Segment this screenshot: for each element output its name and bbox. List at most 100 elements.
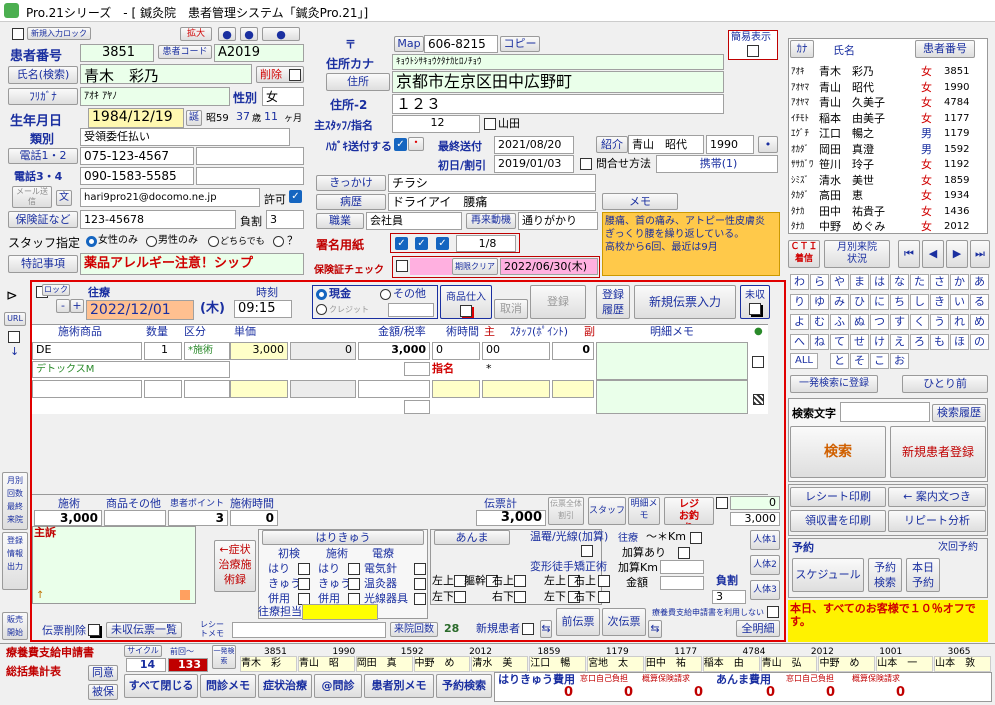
search-button[interactable]: 検索	[790, 426, 886, 478]
furigana-button[interactable]: ﾌﾘｶﾞﾅ	[8, 88, 78, 105]
visit-km-checkbox[interactable]	[690, 532, 702, 544]
guide-button[interactable]: ← 案内文つき	[888, 487, 986, 507]
history-name[interactable]: 山本 敦	[934, 656, 991, 672]
prev-page-button[interactable]: ◀	[922, 240, 944, 268]
new-slip-button[interactable]: 新規伝票入力	[634, 285, 736, 319]
address-button[interactable]: 住所	[326, 73, 390, 91]
mode-button-1[interactable]: ●	[218, 27, 236, 41]
self-pay-checkbox[interactable]	[767, 606, 779, 618]
kana-key[interactable]: こ	[870, 353, 889, 369]
list-row-name[interactable]: 岡田 真澄	[819, 143, 874, 157]
job-field[interactable]: 会社員	[366, 212, 462, 230]
history-name[interactable]: 岡田 真	[355, 656, 413, 672]
inquiry-select[interactable]: 携帯(1)	[656, 155, 778, 173]
first-visit-field[interactable]: 2019/01/03	[494, 155, 574, 173]
address-field[interactable]: 京都市左京区田中広野町	[392, 71, 724, 93]
history-name[interactable]: 青木 彩	[240, 656, 297, 672]
kana-key[interactable]: せ	[850, 334, 869, 350]
visit-date-field[interactable]: 2022/12/01	[86, 300, 194, 320]
row2-staff[interactable]	[482, 380, 550, 398]
map-button[interactable]: Map	[394, 36, 424, 52]
new-patient-checkbox[interactable]	[522, 623, 534, 635]
one-check-button[interactable]: 一発検索	[212, 645, 236, 669]
kana-key[interactable]: も	[930, 334, 949, 350]
kana-key[interactable]: き	[930, 294, 949, 310]
intro-search-button[interactable]: •	[758, 136, 778, 153]
kana-key[interactable]: や	[830, 274, 849, 290]
reserve-search-button[interactable]: 予約検索	[868, 558, 902, 592]
lock-button[interactable]: ロック	[42, 284, 70, 296]
list-row-name[interactable]: 稲本 由美子	[819, 112, 885, 126]
email-field[interactable]: hari9pro21@docomo.ne.jp	[80, 188, 260, 207]
history-name[interactable]: 田中 祐	[644, 656, 702, 672]
kana-key[interactable]: と	[830, 353, 849, 369]
kana-key[interactable]: え	[890, 334, 909, 350]
chief-up-icon[interactable]: ↑	[36, 590, 44, 601]
row1-tax[interactable]: 0	[290, 342, 356, 360]
today-reserve-button[interactable]: 本日予約	[906, 558, 940, 592]
bottom-reserve-search-button[interactable]: 予約検索	[436, 674, 492, 698]
row2-item[interactable]	[32, 380, 142, 398]
list-row-name[interactable]: 笹川 玲子	[819, 158, 874, 172]
chief-scroll-icon[interactable]	[180, 590, 190, 600]
trigger-field[interactable]: チラシ	[388, 174, 596, 192]
schedule-button[interactable]: スケジュール	[792, 558, 864, 592]
cti-button[interactable]: ＣＴＩ着信	[788, 240, 820, 268]
receipt-memo-field[interactable]	[232, 622, 386, 638]
slip-delete-checkbox[interactable]	[88, 624, 100, 636]
next-page-button[interactable]: ▶	[946, 240, 968, 268]
hari-row-checkbox[interactable]	[298, 578, 310, 590]
mail-send-button[interactable]: メール送信	[12, 186, 52, 208]
list-row-name[interactable]: 高田 恵	[819, 189, 863, 203]
visit-count-button[interactable]: 来院回数	[390, 622, 438, 637]
history-name[interactable]: 清水 美	[471, 656, 529, 672]
yamada-checkbox[interactable]	[484, 118, 496, 130]
kana-key[interactable]: つ	[870, 314, 889, 330]
list-row-name[interactable]: 清水 美世	[819, 174, 874, 188]
history-name[interactable]: 中野 め	[818, 656, 876, 672]
next-slip-button[interactable]: 次伝票	[602, 608, 646, 636]
kana-key[interactable]: さ	[930, 274, 949, 290]
insurance-button[interactable]: 保険証など	[8, 211, 78, 228]
search-input[interactable]	[840, 402, 930, 422]
slip-discount-button[interactable]: 伝票全体割引	[548, 497, 584, 525]
kana-key[interactable]: わ	[790, 274, 809, 290]
disease-button[interactable]: 病歴	[316, 194, 386, 210]
row1-memo[interactable]	[596, 342, 748, 380]
detail-memo-button[interactable]: 明細メモ	[628, 497, 660, 525]
sign-check-2[interactable]: ✓	[415, 237, 428, 250]
visit-staff-select[interactable]	[302, 604, 378, 620]
sex-select[interactable]: 女	[262, 87, 304, 106]
row1-kind[interactable]: *施術	[184, 342, 230, 360]
anma-pos-checkbox[interactable]	[454, 591, 466, 603]
unpaid-button[interactable]: 未収	[740, 285, 770, 319]
insured-button[interactable]: 被保	[88, 684, 118, 700]
tel12-button[interactable]: 電話1・2	[8, 148, 78, 164]
visit-addkm-select[interactable]	[660, 560, 704, 574]
copy-button[interactable]: コピー	[500, 36, 540, 52]
row1-item[interactable]: DE	[32, 342, 142, 360]
furigana-field[interactable]: ｱｵｷ ｱﾔﾉ	[80, 87, 230, 106]
kana-key[interactable]: け	[870, 334, 889, 350]
deform-pos-checkbox[interactable]	[598, 575, 610, 587]
staff-button[interactable]: スタッフ	[588, 497, 626, 525]
hari-row-checkbox[interactable]	[298, 563, 310, 575]
hari-title[interactable]: はりきゅう	[262, 530, 424, 545]
sign-check-1[interactable]: ✓	[395, 237, 408, 250]
list-row-kana[interactable]: ｵｶﾀﾞ	[791, 143, 809, 157]
list-row-kana[interactable]: ﾀﾅｶ	[791, 220, 805, 233]
hitori-button[interactable]: ひとり前	[902, 375, 988, 393]
intro-button[interactable]: 紹介	[596, 136, 628, 153]
tel2-field[interactable]	[196, 147, 304, 165]
inquiry-checkbox[interactable]	[580, 158, 592, 170]
mail-template-button[interactable]: 文	[56, 190, 72, 206]
list-row-name[interactable]: 青山 昭代	[819, 81, 874, 95]
kana-key[interactable]: ひ	[850, 294, 869, 310]
history-name[interactable]: 中野 め	[413, 656, 471, 672]
one-search-register-button[interactable]: 一発検索に登録	[790, 375, 878, 393]
kana-key[interactable]: か	[950, 274, 969, 290]
kana-key[interactable]: い	[950, 294, 969, 310]
cancel-button[interactable]: 取消	[494, 299, 528, 319]
stock-button[interactable]: 商品仕入	[440, 285, 492, 319]
list-row-kana[interactable]: ｴｸﾞﾁ	[791, 127, 809, 141]
